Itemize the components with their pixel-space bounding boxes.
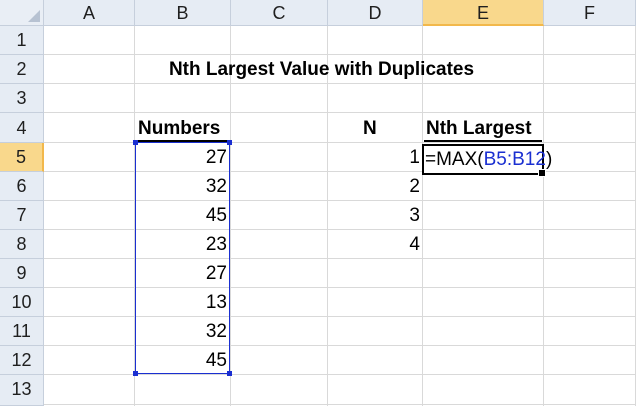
row-header-7[interactable]: 7 bbox=[0, 201, 44, 230]
select-all-icon bbox=[28, 10, 40, 22]
nth-largest-header[interactable]: Nth Largest bbox=[423, 114, 544, 143]
row-header-11[interactable]: 11 bbox=[0, 317, 44, 346]
formula-prefix: =MAX( bbox=[425, 149, 484, 170]
range-handle[interactable] bbox=[227, 371, 232, 376]
gridline bbox=[44, 316, 636, 317]
n-header[interactable]: N bbox=[360, 114, 400, 143]
column-header-c[interactable]: C bbox=[231, 0, 328, 26]
row-header-13[interactable]: 13 bbox=[0, 375, 44, 406]
column-header-a[interactable]: A bbox=[44, 0, 135, 26]
row-header-10[interactable]: 10 bbox=[0, 288, 44, 317]
n-value-cell[interactable]: 4 bbox=[328, 230, 423, 259]
row-header-8[interactable]: 8 bbox=[0, 230, 44, 259]
column-header-b[interactable]: B bbox=[135, 0, 231, 26]
range-highlight-b5-b12 bbox=[133, 140, 232, 376]
column-header-d[interactable]: D bbox=[328, 0, 423, 26]
row-header-12[interactable]: 12 bbox=[0, 346, 44, 375]
gridline bbox=[44, 404, 636, 405]
row-header-5[interactable]: 5 bbox=[0, 143, 44, 172]
active-cell-e5[interactable]: =MAX(B5:B12) bbox=[422, 144, 552, 177]
gridline bbox=[44, 345, 636, 346]
sheet-title[interactable]: Nth Largest Value with Duplicates bbox=[44, 55, 636, 84]
row-header-1[interactable]: 1 bbox=[0, 26, 44, 55]
row-header-4[interactable]: 4 bbox=[0, 113, 44, 143]
row-header-3[interactable]: 3 bbox=[0, 84, 44, 113]
row-header-2[interactable]: 2 bbox=[0, 55, 44, 84]
column-header-e[interactable]: E bbox=[423, 0, 544, 26]
spreadsheet: A B C D E F 1 2 3 4 5 6 7 8 9 10 11 12 1… bbox=[0, 0, 636, 406]
row-header-9[interactable]: 9 bbox=[0, 259, 44, 288]
select-all-button[interactable] bbox=[0, 0, 44, 26]
n-value-cell[interactable]: 1 bbox=[328, 143, 423, 172]
row-header-6[interactable]: 6 bbox=[0, 172, 44, 201]
n-value-cell[interactable]: 3 bbox=[328, 201, 423, 230]
numbers-header[interactable]: Numbers bbox=[135, 114, 231, 143]
fill-handle[interactable] bbox=[538, 169, 546, 177]
range-handle[interactable] bbox=[133, 140, 138, 145]
formula-range-ref: B5:B12 bbox=[483, 149, 546, 170]
nth-largest-header-underline bbox=[424, 140, 542, 142]
formula-suffix: ) bbox=[545, 149, 553, 170]
n-value-cell[interactable]: 2 bbox=[328, 172, 423, 201]
column-header-f[interactable]: F bbox=[544, 0, 636, 26]
range-handle[interactable] bbox=[227, 140, 232, 145]
range-handle[interactable] bbox=[133, 371, 138, 376]
gridline bbox=[44, 112, 636, 113]
formula-editor[interactable]: =MAX(B5:B12) bbox=[425, 146, 552, 173]
gridline bbox=[44, 287, 636, 288]
